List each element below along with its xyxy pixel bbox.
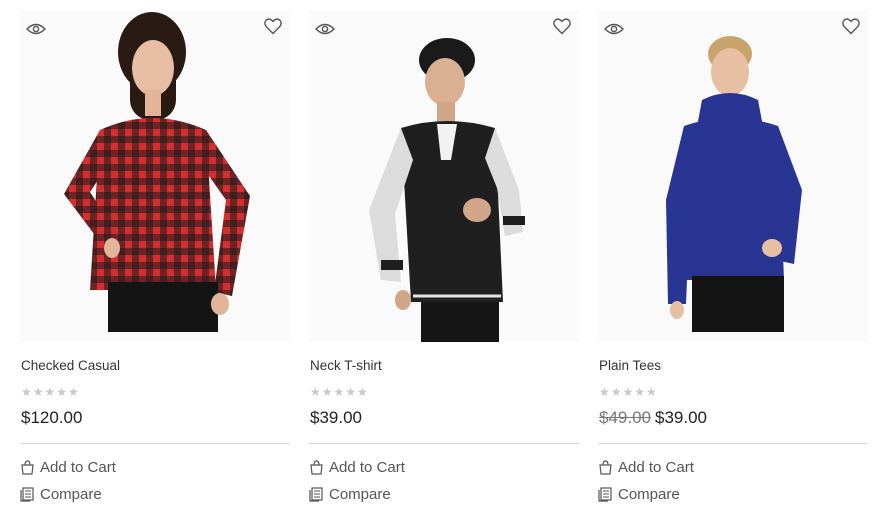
- product-photo-neck-tshirt: [369, 38, 525, 342]
- product-title[interactable]: Checked Casual: [21, 358, 120, 373]
- heart-icon[interactable]: [264, 18, 282, 35]
- shopping-bag-icon: [309, 460, 324, 475]
- rating-stars: ★★★★★: [310, 385, 369, 399]
- product-title[interactable]: Neck T-shirt: [310, 358, 382, 373]
- current-price: $120.00: [21, 408, 83, 427]
- document-icon: [20, 487, 35, 502]
- document-icon: [598, 487, 613, 502]
- add-to-cart-button[interactable]: Add to Cart: [598, 459, 694, 476]
- product-image[interactable]: [598, 10, 868, 342]
- compare-label: Compare: [329, 486, 391, 503]
- divider: [309, 443, 579, 444]
- product-grid: Checked Casual ★★★★★ $120.00 Add to Cart…: [0, 0, 894, 528]
- product-card: Neck T-shirt ★★★★★ $39.00 Add to Cart Co…: [309, 10, 581, 520]
- old-price: $49.00: [599, 408, 651, 427]
- add-to-cart-label: Add to Cart: [40, 459, 116, 476]
- add-to-cart-button[interactable]: Add to Cart: [309, 459, 405, 476]
- rating-stars: ★★★★★: [599, 385, 658, 399]
- current-price: $39.00: [310, 408, 362, 427]
- product-photo-plain-tee: [666, 36, 802, 332]
- heart-icon[interactable]: [553, 18, 571, 35]
- compare-label: Compare: [40, 486, 102, 503]
- compare-button[interactable]: Compare: [20, 486, 102, 503]
- eye-icon[interactable]: [315, 22, 335, 36]
- compare-label: Compare: [618, 486, 680, 503]
- product-image[interactable]: [20, 10, 290, 342]
- price: $39.00: [310, 408, 362, 428]
- product-card: Plain Tees ★★★★★ $49.00 $39.00 Add to Car…: [598, 10, 870, 520]
- compare-button[interactable]: Compare: [309, 486, 391, 503]
- shopping-bag-icon: [20, 460, 35, 475]
- product-card: Checked Casual ★★★★★ $120.00 Add to Cart…: [20, 10, 292, 520]
- add-to-cart-label: Add to Cart: [329, 459, 405, 476]
- shopping-bag-icon: [598, 460, 613, 475]
- document-icon: [309, 487, 324, 502]
- divider: [20, 443, 290, 444]
- eye-icon[interactable]: [26, 22, 46, 36]
- rating-stars: ★★★★★: [21, 385, 80, 399]
- product-title[interactable]: Plain Tees: [599, 358, 661, 373]
- price: $49.00 $39.00: [599, 408, 707, 428]
- price: $120.00: [21, 408, 82, 428]
- add-to-cart-button[interactable]: Add to Cart: [20, 459, 116, 476]
- product-photo-checked-shirt: [64, 12, 250, 332]
- divider: [598, 443, 868, 444]
- eye-icon[interactable]: [604, 22, 624, 36]
- compare-button[interactable]: Compare: [598, 486, 680, 503]
- current-price: $39.00: [655, 408, 707, 427]
- product-image[interactable]: [309, 10, 579, 342]
- heart-icon[interactable]: [842, 18, 860, 35]
- add-to-cart-label: Add to Cart: [618, 459, 694, 476]
